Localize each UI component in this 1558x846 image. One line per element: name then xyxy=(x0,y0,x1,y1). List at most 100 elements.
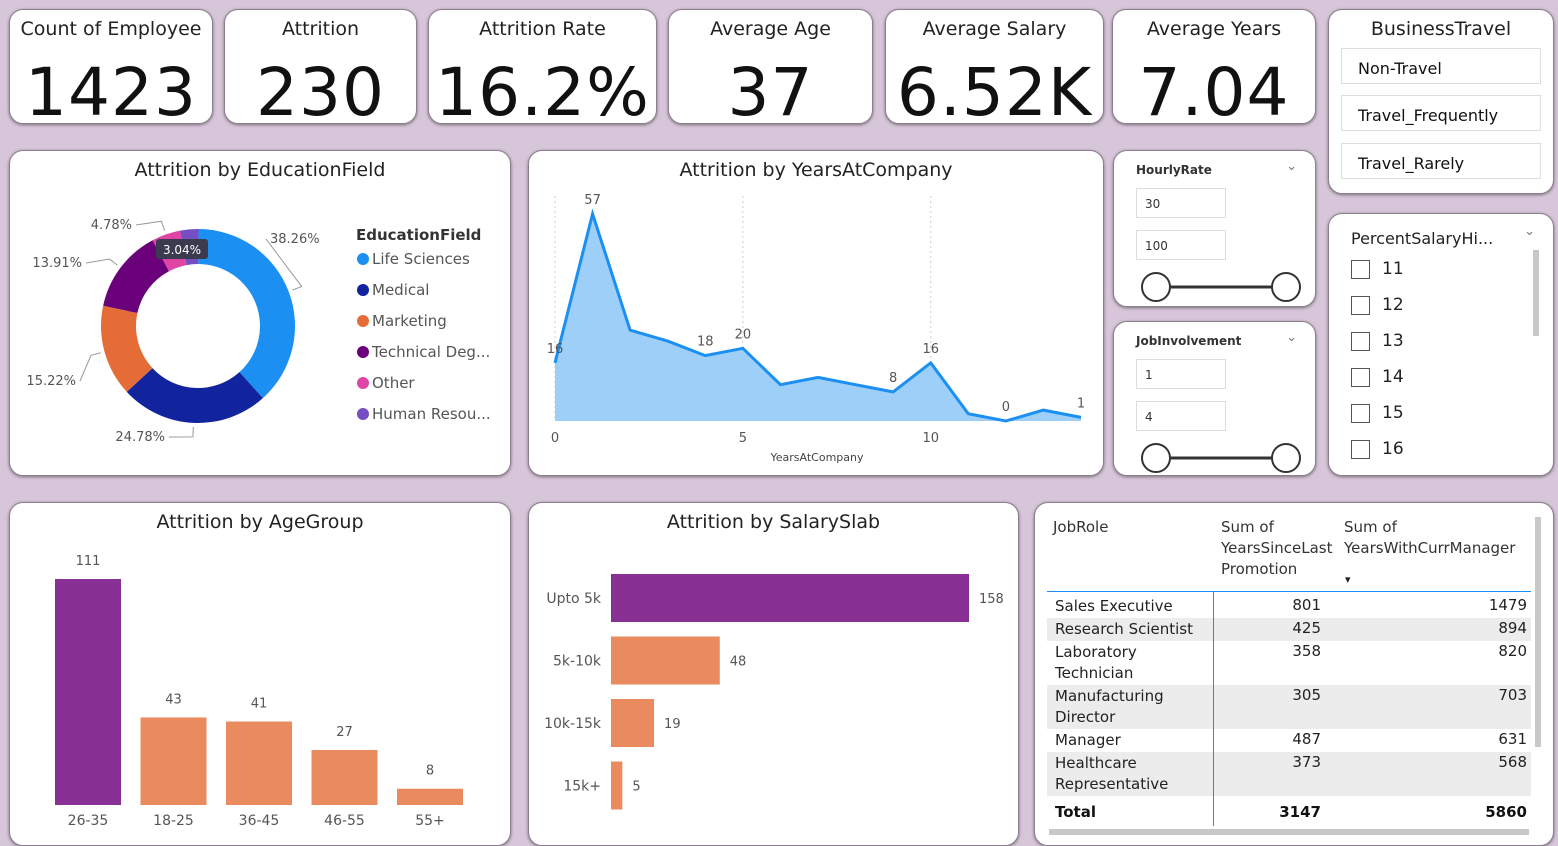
data-label: 48 xyxy=(730,655,747,670)
header-divider xyxy=(1047,591,1531,592)
kpi-label: Average Years xyxy=(1146,18,1282,40)
cell-value: 703 xyxy=(1498,686,1527,704)
range-min-input[interactable]: 1 xyxy=(1136,359,1226,389)
chevron-down-icon[interactable]: ⌄ xyxy=(1524,224,1535,239)
legend-marker xyxy=(357,315,369,327)
data-label: 3.04% xyxy=(163,243,201,257)
bar[interactable] xyxy=(611,761,623,810)
column-divider xyxy=(1213,592,1214,826)
data-label: 27 xyxy=(336,725,353,740)
data-label: 16 xyxy=(547,342,564,357)
checkbox[interactable] xyxy=(1351,259,1370,279)
range-min-input[interactable]: 30 xyxy=(1136,188,1226,218)
checkbox-item[interactable]: 12 xyxy=(1351,295,1404,321)
x-axis-label: YearsAtCompany xyxy=(770,451,864,464)
bar[interactable] xyxy=(140,717,207,805)
checkbox[interactable] xyxy=(1351,367,1370,387)
slicer-title: JobInvolvement xyxy=(1136,334,1242,348)
slicer-item-travel-rarely[interactable]: Travel_Rarely xyxy=(1341,143,1541,179)
x-tick-label: 46-55 xyxy=(324,813,365,829)
kpi-value: 16.2% xyxy=(435,54,650,124)
kpi-card-average-age: Average Age 37 xyxy=(668,9,873,124)
y-tick-label: Upto 5k xyxy=(546,591,602,607)
range-max-input[interactable]: 4 xyxy=(1136,401,1226,431)
bar[interactable] xyxy=(397,788,463,805)
cell-value: 568 xyxy=(1498,753,1527,771)
data-label: 0 xyxy=(1002,400,1010,415)
kpi-value: 230 xyxy=(256,54,385,124)
checkbox[interactable] xyxy=(1351,439,1370,459)
leader-line xyxy=(135,220,166,231)
legend-label: Marketing xyxy=(372,312,447,330)
legend-label: Life Sciences xyxy=(372,250,470,268)
y-tick-label: 10k-15k xyxy=(544,716,602,732)
horizontal-scrollbar[interactable] xyxy=(1049,829,1529,835)
cell-value: 894 xyxy=(1498,619,1527,637)
donut-plot: 38.26% 24.78% 15.22% 13.91% 4.78% 3.04% Educa… xyxy=(26,218,490,445)
bar[interactable] xyxy=(611,574,969,622)
data-label: 4.78% xyxy=(91,218,132,233)
chevron-down-icon[interactable]: ⌄ xyxy=(1286,330,1297,345)
range-max-input[interactable]: 100 xyxy=(1136,230,1226,260)
kpi-card-attrition: Attrition 230 xyxy=(224,9,417,124)
area-plot: 16 57 18 20 8 16 0 1 0 5 10 YearsAtCompany xyxy=(547,193,1085,464)
cell-value: 820 xyxy=(1498,642,1527,660)
data-label: 111 xyxy=(76,554,101,569)
donut-slice[interactable] xyxy=(126,368,263,423)
legend-label: Technical Deg... xyxy=(371,343,490,361)
data-label: 8 xyxy=(426,764,434,779)
job-role-table: JobRole Sum of YearsSinceLast Promotion Sum … xyxy=(1034,502,1554,846)
checkbox-label: 11 xyxy=(1382,259,1404,279)
bar[interactable] xyxy=(311,750,378,805)
checkbox[interactable] xyxy=(1351,331,1370,351)
checkbox-label: 12 xyxy=(1382,295,1404,315)
slider-handle-min xyxy=(1141,272,1171,302)
legend-marker xyxy=(357,408,369,420)
x-tick-label: 55+ xyxy=(415,813,445,829)
kpi-label: Attrition xyxy=(281,18,360,40)
slicer-item-non-travel[interactable]: Non-Travel xyxy=(1341,48,1541,84)
bar[interactable] xyxy=(226,721,292,805)
checkbox-label: 15 xyxy=(1382,403,1404,423)
scrollbar[interactable] xyxy=(1535,517,1541,747)
area-fill xyxy=(555,213,1081,421)
slicer-title: HourlyRate xyxy=(1136,163,1212,177)
range-slider[interactable] xyxy=(1134,269,1309,305)
leader-line xyxy=(168,426,194,438)
data-label: 24.78% xyxy=(115,430,165,445)
slider-handle-min xyxy=(1141,443,1171,473)
range-slider[interactable] xyxy=(1134,440,1309,476)
x-tick-label: 10 xyxy=(922,431,939,446)
data-label: 18 xyxy=(697,335,714,350)
chevron-down-icon[interactable]: ⌄ xyxy=(1286,159,1297,174)
checkbox-item[interactable]: 15 xyxy=(1351,403,1404,429)
data-label: 15.22% xyxy=(26,374,76,389)
checkbox[interactable] xyxy=(1351,403,1370,423)
business-travel-slicer: BusinessTravel Non-Travel Travel_Frequen… xyxy=(1328,9,1554,194)
checkbox[interactable] xyxy=(1351,295,1370,315)
age-group-bar-chart: Attrition by AgeGroup 111 26-35 43 18-25 41 3… xyxy=(9,502,511,846)
bar[interactable] xyxy=(55,579,121,805)
bar[interactable] xyxy=(611,699,655,747)
checkbox-item[interactable]: 11 xyxy=(1351,259,1404,285)
kpi-card-employee-count: Count of Employee 1423 xyxy=(9,9,213,124)
slicer-item-travel-frequently[interactable]: Travel_Frequently xyxy=(1341,95,1541,131)
kpi-label: Count of Employee xyxy=(20,18,202,40)
data-label: 8 xyxy=(889,371,897,386)
kpi-value: 1423 xyxy=(25,54,197,124)
checkbox-item[interactable]: 14 xyxy=(1351,367,1404,393)
data-label: 5 xyxy=(632,780,640,795)
bar[interactable] xyxy=(611,636,720,685)
cell-value: 801 xyxy=(1292,596,1321,614)
cell-value: 358 xyxy=(1292,642,1321,660)
checkbox-item[interactable]: 13 xyxy=(1351,331,1404,357)
data-label: 13.91% xyxy=(32,256,82,271)
kpi-value: 6.52K xyxy=(896,54,1093,124)
donut-slice[interactable] xyxy=(198,229,295,399)
kpi-value: 7.04 xyxy=(1138,54,1290,124)
bar-plot: Upto 5k 158 5k-10k 48 10k-15k 19 15k+ 5 xyxy=(544,574,1004,810)
scrollbar[interactable] xyxy=(1533,250,1539,336)
checkbox-item[interactable]: 16 xyxy=(1351,439,1404,465)
bar-plot: 111 26-35 43 18-25 41 36-45 27 46-55 8 55+ xyxy=(55,554,463,829)
checkbox-label: 13 xyxy=(1382,331,1404,351)
